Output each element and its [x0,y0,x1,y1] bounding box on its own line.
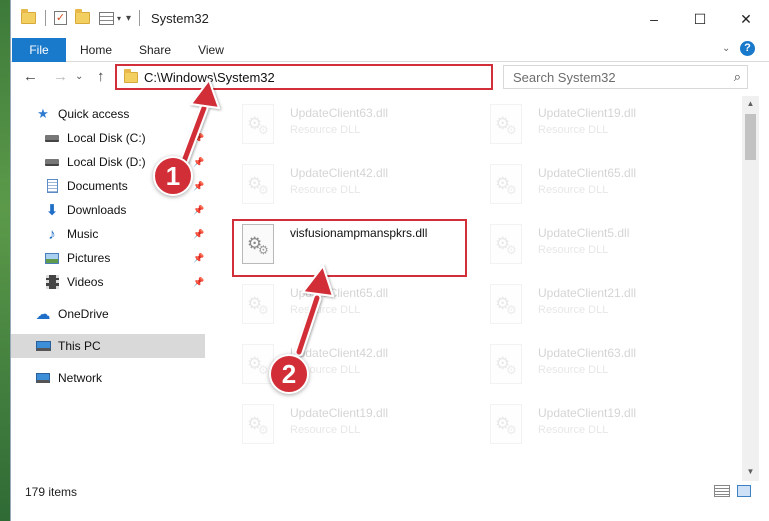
file-explorer-window: ✓ ▾ ▾ System32 – ☐ ✕ File Home Share Vie… [10,0,769,521]
arrow-to-address-bar [178,77,221,169]
annotation-arrows [178,77,335,357]
step-2-badge: 2 [269,354,309,394]
arrow-to-file [294,263,335,357]
step-1-badge: 1 [153,156,193,196]
